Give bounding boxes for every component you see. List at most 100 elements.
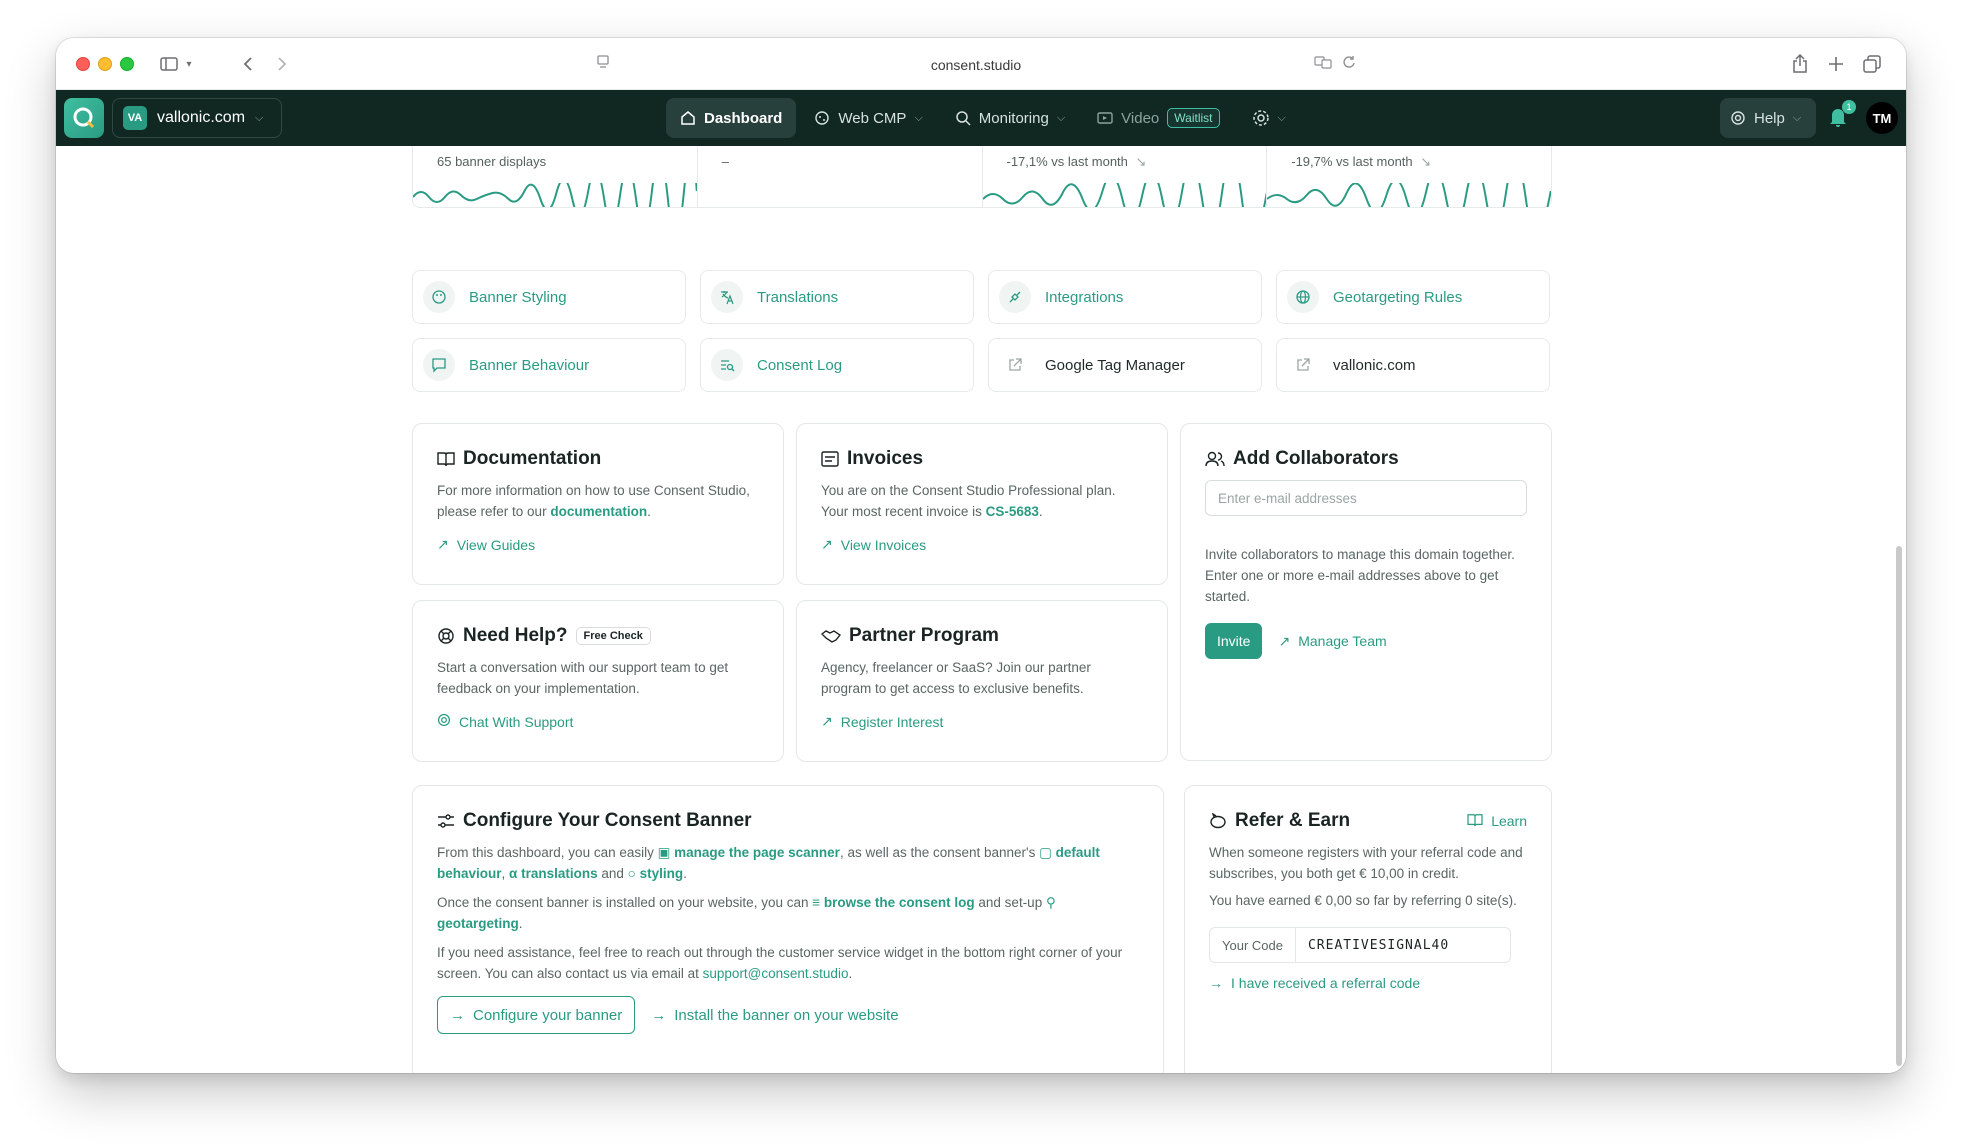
receipt-icon xyxy=(821,451,839,467)
configure-your-banner-button[interactable]: → Configure your banner xyxy=(437,996,636,1034)
domain-name: vallonic.com xyxy=(157,109,246,126)
chevron-down-icon: ⌵ xyxy=(914,111,923,124)
nav-monitoring[interactable]: Monitoring ⌵ xyxy=(941,98,1079,138)
nav-monitoring-label: Monitoring xyxy=(978,109,1049,127)
translations-link[interactable]: α translations xyxy=(509,866,598,881)
arrow-up-right-icon: ↗ xyxy=(1278,632,1291,649)
sparkline xyxy=(413,183,697,207)
view-invoices-link[interactable]: ↗ View Invoices xyxy=(821,536,926,553)
arrow-right-icon: → xyxy=(651,1006,667,1024)
manage-page-scanner-link[interactable]: ▣ manage the page scanner xyxy=(658,845,840,860)
free-check-badge: Free Check xyxy=(575,627,651,645)
close-window-button[interactable] xyxy=(76,57,90,71)
translate-icon xyxy=(711,281,743,313)
page-settings-icon[interactable] xyxy=(596,54,610,73)
stat-change-2: -19,7% vs last month ↘ xyxy=(1267,146,1551,207)
button-label: Configure your banner xyxy=(473,1006,623,1024)
referral-code-box: Your Code CREATIVESIGNAL40 xyxy=(1209,927,1511,963)
quick-link-consent-log[interactable]: Consent Log xyxy=(700,338,974,392)
view-guides-link[interactable]: ↗ View Guides xyxy=(437,536,535,553)
translate-page-icon[interactable] xyxy=(1314,55,1332,72)
install-banner-link[interactable]: → Install the banner on your website xyxy=(651,1007,898,1024)
learn-link[interactable]: Learn xyxy=(1467,813,1527,830)
stat-banner-displays: 65 banner displays xyxy=(413,146,698,207)
manage-team-link[interactable]: ↗ Manage Team xyxy=(1278,633,1386,650)
nav-dashboard[interactable]: Dashboard xyxy=(666,98,797,138)
manage-team-label: Manage Team xyxy=(1298,633,1387,649)
quick-link-integrations[interactable]: Integrations xyxy=(988,270,1262,324)
zoom-window-button[interactable] xyxy=(120,57,134,71)
domain-switcher[interactable]: VA vallonic.com ⌵ xyxy=(112,98,282,138)
documentation-link[interactable]: documentation xyxy=(550,504,647,519)
register-interest-link[interactable]: ↗ Register Interest xyxy=(821,713,943,730)
support-email-link[interactable]: support@consent.studio xyxy=(703,966,849,981)
invoices-card: Invoices You are on the Consent Studio P… xyxy=(796,423,1168,585)
learn-label: Learn xyxy=(1491,813,1527,829)
quick-link-website[interactable]: vallonic.com xyxy=(1276,338,1550,392)
invoices-text: You are on the Consent Studio Profession… xyxy=(821,480,1143,522)
quick-link-banner-behaviour[interactable]: Banner Behaviour xyxy=(412,338,686,392)
configure-paragraph-1: From this dashboard, you can easily ▣ ma… xyxy=(437,842,1139,884)
refer-text-2: You have earned € 0,00 so far by referri… xyxy=(1209,893,1517,908)
sparkline xyxy=(982,183,1267,207)
stat-text: -19,7% vs last month xyxy=(1291,154,1413,169)
partner-program-card: Partner Program Agency, freelancer or Sa… xyxy=(796,600,1168,762)
invite-button[interactable]: Invite xyxy=(1205,623,1263,659)
quick-link-geotargeting[interactable]: Geotargeting Rules xyxy=(1276,270,1550,324)
palette-icon xyxy=(423,281,455,313)
collaborators-card: Add Collaborators Invite collaborators t… xyxy=(1180,423,1552,761)
help-label: Help xyxy=(1754,109,1785,127)
back-icon[interactable] xyxy=(236,52,260,76)
configure-title: Configure Your Consent Banner xyxy=(437,810,1139,832)
quick-link-google-tag-manager[interactable]: Google Tag Manager xyxy=(988,338,1262,392)
text: From this dashboard, you can easily xyxy=(437,845,658,860)
nav-video[interactable]: Video Waitlist xyxy=(1083,98,1233,138)
new-tab-icon[interactable] xyxy=(1824,52,1848,76)
tab-overview-icon[interactable] xyxy=(1860,52,1884,76)
browse-consent-log-link[interactable]: ≡ browse the consent log xyxy=(812,895,974,910)
arrow-up-right-icon: ↗ xyxy=(437,536,449,552)
reload-icon[interactable] xyxy=(1342,55,1356,72)
forward-icon[interactable] xyxy=(270,52,294,76)
nav-web-cmp[interactable]: Web CMP ⌵ xyxy=(800,98,936,138)
chevron-down-icon: ⌵ xyxy=(1277,111,1286,124)
received-referral-code-link[interactable]: → I have received a referral code xyxy=(1209,975,1420,991)
page-scrollbar[interactable] xyxy=(1896,546,1902,1066)
lifebuoy-icon xyxy=(437,713,451,730)
lifebuoy-icon xyxy=(1730,110,1746,126)
text: and set-up xyxy=(974,895,1046,910)
gear-icon xyxy=(1252,109,1270,127)
styling-link[interactable]: ○ styling xyxy=(628,866,683,881)
translate-icon: α xyxy=(509,866,522,881)
stat-text: – xyxy=(721,154,729,169)
user-avatar[interactable]: TM xyxy=(1866,102,1898,134)
consent-studio-logo[interactable] xyxy=(64,98,104,138)
share-icon[interactable] xyxy=(1788,52,1812,76)
need-help-title: Need Help? Free Check xyxy=(437,625,759,647)
chat-with-support-label: Chat With Support xyxy=(459,713,574,730)
chevron-down-icon: ⌵ xyxy=(1056,111,1066,124)
help-button[interactable]: Help ⌵ xyxy=(1720,98,1816,138)
collaborators-description: Invite collaborators to manage this doma… xyxy=(1205,547,1515,604)
nav-settings[interactable]: ⌵ xyxy=(1238,98,1300,138)
quick-link-label: Google Tag Manager xyxy=(1045,356,1185,374)
sparkline xyxy=(1267,183,1551,207)
quick-link-banner-styling[interactable]: Banner Styling xyxy=(412,270,686,324)
external-link-icon xyxy=(1287,349,1319,381)
trend-down-icon: ↘ xyxy=(1420,154,1432,169)
sidebar-toggle-icon[interactable]: ▾ xyxy=(156,52,196,76)
link-text: geotargeting xyxy=(437,916,519,931)
quick-link-translations[interactable]: Translations xyxy=(700,270,974,324)
list-search-icon xyxy=(711,349,743,381)
address-bar[interactable]: consent.studio xyxy=(596,50,1356,80)
need-help-card: Need Help? Free Check Start a conversati… xyxy=(412,600,784,762)
register-interest-label: Register Interest xyxy=(840,713,944,730)
referral-code-value[interactable]: CREATIVESIGNAL40 xyxy=(1296,928,1461,962)
email-addresses-input[interactable] xyxy=(1205,480,1527,516)
quick-link-label: Banner Behaviour xyxy=(469,356,590,374)
chat-with-support-link[interactable]: Chat With Support xyxy=(437,713,573,730)
minimize-window-button[interactable] xyxy=(98,57,112,71)
message-square-icon: ▢ xyxy=(1039,845,1056,860)
invoice-link[interactable]: CS-5683 xyxy=(986,504,1039,519)
plug-icon xyxy=(999,281,1031,313)
